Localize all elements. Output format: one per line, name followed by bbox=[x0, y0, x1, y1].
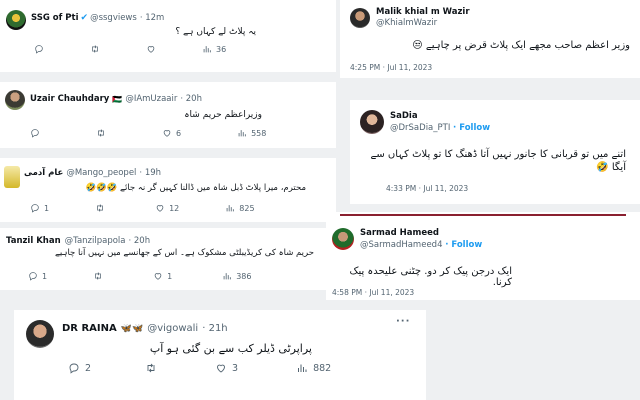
more-icon[interactable]: ··· bbox=[396, 316, 410, 327]
flag-emoji: 🇵🇸 bbox=[112, 94, 123, 104]
author-handle[interactable]: @KhialmWazir bbox=[376, 18, 470, 29]
view-count: 36 bbox=[216, 44, 227, 54]
avatar[interactable] bbox=[26, 320, 54, 348]
view-count: 558 bbox=[251, 128, 267, 138]
tweet-text: حریم شاہ کی کریڈیبلٹی مشکوک ہے۔ اس کے جھ… bbox=[54, 248, 314, 258]
like-icon[interactable] bbox=[146, 44, 156, 54]
like-icon[interactable]: 6 bbox=[162, 128, 181, 138]
reply-icon[interactable]: 2 bbox=[68, 362, 91, 374]
tweet-card[interactable]: SaDia @DrSaDia_PTI · Follow اتنے میں تو … bbox=[350, 100, 640, 204]
tweet-text: وزیراعظم حریم شاہ bbox=[184, 110, 262, 120]
retweet-icon[interactable] bbox=[93, 271, 103, 281]
tweet-text: وزیر اعظم صاحب مجھے ایک پلاٹ قرض پر چاہی… bbox=[412, 40, 630, 51]
like-icon[interactable]: 3 bbox=[215, 362, 238, 374]
author-handle[interactable]: @Tanzilpapola bbox=[65, 236, 126, 246]
avatar[interactable] bbox=[332, 228, 354, 250]
author-name[interactable]: DR RAINA bbox=[62, 323, 117, 334]
author-handle[interactable]: @IAmUzaair bbox=[125, 94, 177, 104]
tweet-card[interactable]: DR RAINA 🦋🦋 @vigowali · 21h ··· پراپرٹی … bbox=[14, 310, 426, 400]
author-name[interactable]: عام آدمی bbox=[24, 168, 63, 178]
follow-button[interactable]: · Follow bbox=[453, 123, 490, 133]
author-name[interactable]: Malik khial m Wazir bbox=[376, 7, 470, 18]
author-name[interactable]: Tanzil Khan bbox=[6, 236, 61, 246]
reply-icon[interactable]: 1 bbox=[30, 203, 49, 213]
like-count: 1 bbox=[167, 271, 173, 281]
reply-icon[interactable]: 1 bbox=[28, 271, 47, 281]
retweet-icon[interactable] bbox=[96, 128, 106, 138]
view-count: 386 bbox=[236, 271, 252, 281]
author-handle[interactable]: @Mango_peopel bbox=[66, 168, 136, 178]
tweet-text: محترم، میرا پلاٹ ڈبل شاہ میں ڈالنا کہیں … bbox=[85, 183, 306, 193]
tweet-card[interactable]: Malik khial m Wazir @KhialmWazir وزیر اع… bbox=[340, 0, 640, 78]
author-handle[interactable]: @vigowali bbox=[147, 323, 198, 334]
tweet-text: ایک درجن پیک کر دو. چٹنی علیحدہ پیک کرنا… bbox=[349, 266, 513, 288]
post-timestamp[interactable]: 4:25 PM · Jul 11, 2023 bbox=[350, 63, 432, 72]
author-handle[interactable]: @SarmadHameed4 bbox=[360, 240, 442, 250]
like-count: 6 bbox=[176, 128, 182, 138]
tweet-card[interactable]: SSG of Pti ✔ @ssgviews · 12m یہ پلاٹ لے … bbox=[0, 0, 336, 72]
views-icon[interactable]: 882 bbox=[296, 362, 331, 374]
author-name[interactable]: SaDia bbox=[390, 110, 490, 122]
avatar[interactable] bbox=[6, 10, 26, 30]
author-name[interactable]: SSG of Pti bbox=[31, 13, 79, 23]
post-time[interactable]: · 20h bbox=[129, 236, 151, 246]
reply-count: 1 bbox=[42, 271, 48, 281]
reply-icon[interactable] bbox=[34, 44, 44, 54]
tweet-card[interactable]: Sarmad Hameed @SarmadHameed4 · Follow ای… bbox=[326, 212, 640, 300]
avatar[interactable] bbox=[5, 90, 25, 110]
tweet-card[interactable]: Uzair Chauhdary 🇵🇸 @IAmUzaair · 20h وزیر… bbox=[0, 82, 336, 148]
avatar[interactable] bbox=[360, 110, 384, 134]
avatar[interactable] bbox=[4, 166, 20, 188]
author-name[interactable]: Uzair Chauhdary bbox=[30, 94, 109, 104]
like-icon[interactable]: 1 bbox=[153, 271, 172, 281]
reply-count: 1 bbox=[44, 203, 50, 213]
post-time[interactable]: · 19h bbox=[139, 168, 161, 178]
avatar[interactable] bbox=[350, 8, 370, 28]
post-time[interactable]: · 12m bbox=[140, 13, 165, 23]
views-icon[interactable]: 386 bbox=[222, 271, 251, 281]
views-icon[interactable]: 558 bbox=[237, 128, 266, 138]
retweet-icon[interactable] bbox=[90, 44, 100, 54]
author-handle[interactable]: @DrSaDia_PTI bbox=[390, 123, 450, 133]
divider bbox=[340, 214, 626, 216]
views-icon[interactable]: 36 bbox=[202, 44, 226, 54]
verified-icon: ✔ bbox=[80, 13, 89, 23]
like-count: 3 bbox=[232, 362, 239, 374]
views-icon[interactable]: 825 bbox=[225, 203, 255, 213]
retweet-icon[interactable] bbox=[145, 362, 157, 374]
like-count: 12 bbox=[169, 203, 180, 213]
view-count: 825 bbox=[239, 203, 255, 213]
author-handle[interactable]: @ssgviews bbox=[90, 13, 137, 23]
tweet-text: اتنے میں تو قربانی کا جانور نہیں آتا ڈھن… bbox=[370, 149, 626, 173]
post-timestamp[interactable]: 4:33 PM · Jul 11, 2023 bbox=[386, 184, 468, 193]
tweet-text: پراپرٹی ڈیلر کب سے بن گئی ہو آپ bbox=[149, 342, 312, 355]
tweet-card[interactable]: عام آدمی @Mango_peopel · 19h محترم، میرا… bbox=[0, 158, 336, 222]
tweet-card[interactable]: Tanzil Khan @Tanzilpapola · 20h حریم شاہ… bbox=[0, 228, 336, 290]
butterfly-emoji: 🦋🦋 bbox=[120, 323, 144, 334]
post-timestamp[interactable]: 4:58 PM · Jul 11, 2023 bbox=[332, 288, 414, 297]
tweet-text: یہ پلاٹ لے کہاں ہے ؟ bbox=[175, 27, 256, 37]
post-time[interactable]: · 20h bbox=[180, 94, 202, 104]
follow-button[interactable]: · Follow bbox=[445, 240, 482, 250]
author-name[interactable]: Sarmad Hameed bbox=[360, 227, 482, 239]
post-time[interactable]: · 21h bbox=[202, 323, 227, 334]
retweet-icon[interactable] bbox=[95, 203, 105, 213]
view-count: 882 bbox=[313, 362, 332, 374]
like-icon[interactable]: 12 bbox=[155, 203, 179, 213]
reply-count: 2 bbox=[85, 362, 92, 374]
reply-icon[interactable] bbox=[30, 128, 40, 138]
